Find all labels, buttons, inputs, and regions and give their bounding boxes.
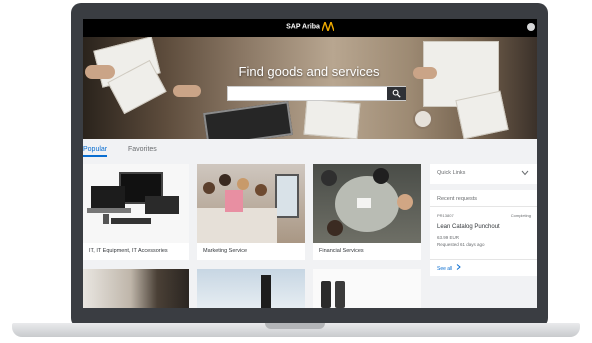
phone-image <box>335 281 345 308</box>
app-screen: SAP Ariba Find goods and services Popula… <box>83 19 537 308</box>
meeting-screen-image <box>275 174 299 218</box>
tile-label: Marketing Service <box>203 248 248 254</box>
catalog-tile[interactable] <box>313 269 421 308</box>
hero-title: Find goods and services <box>238 64 380 79</box>
request-title: Lean Catalog Punchout <box>437 224 500 230</box>
document-image <box>357 198 371 208</box>
tile-label: IT, IT Equipment, IT Accessories <box>89 248 168 254</box>
search-button[interactable] <box>387 87 406 100</box>
person-image <box>219 174 231 186</box>
tile-image <box>83 269 189 308</box>
see-all-label: See all <box>437 266 453 272</box>
catalog-tile[interactable] <box>83 269 189 308</box>
user-avatar[interactable] <box>527 23 535 31</box>
tab-favorites[interactable]: Favorites <box>128 146 157 153</box>
printer-image <box>145 196 179 214</box>
table-image <box>197 208 277 243</box>
hero-hand <box>85 65 115 79</box>
hero-coffee-cup <box>413 109 433 129</box>
hero-banner: Find goods and services <box>83 37 537 139</box>
laptop-notch <box>265 323 325 329</box>
divider <box>430 259 537 260</box>
hero-hand <box>173 85 201 97</box>
tile-label: Financial Services <box>319 248 364 254</box>
request-id: PR13807 <box>437 213 454 218</box>
phone-image <box>103 214 109 224</box>
keyboard-image <box>111 218 151 224</box>
laptop-base-image <box>87 208 131 213</box>
laptop-image <box>91 186 125 208</box>
hero-document <box>303 98 361 139</box>
tile-image <box>197 269 305 308</box>
request-status: Completing <box>510 213 531 218</box>
person-image <box>237 178 249 190</box>
person-image <box>255 184 267 196</box>
person-image <box>321 170 337 186</box>
brand[interactable]: SAP Ariba <box>83 22 537 31</box>
phone-image <box>321 281 331 308</box>
catalog-tile-it-equipment[interactable]: IT, IT Equipment, IT Accessories <box>83 164 189 260</box>
ariba-logo-icon <box>321 22 334 31</box>
catalog-tile-financial-services[interactable]: Financial Services <box>313 164 421 260</box>
request-amount: 63.99 EUR <box>437 235 460 240</box>
quick-links-panel[interactable]: Quick Links <box>430 164 537 184</box>
hero-hand <box>413 67 437 79</box>
tab-popular[interactable]: Popular <box>83 146 108 157</box>
tile-image <box>83 164 189 243</box>
shirt-image <box>225 190 243 212</box>
search-icon <box>392 89 401 98</box>
hero-laptop <box>203 101 293 139</box>
search-input[interactable] <box>227 86 406 101</box>
tile-image <box>197 164 305 243</box>
quick-links-title: Quick Links <box>437 170 466 176</box>
brand-name: SAP Ariba <box>286 23 320 31</box>
tile-image <box>313 164 421 243</box>
recent-requests-title: Recent requests <box>437 196 478 202</box>
chevron-right-icon <box>456 264 461 270</box>
recent-requests-panel: Recent requests PR13807 Completing Lean … <box>430 190 537 276</box>
request-date: Requested 61 days ago <box>437 242 485 247</box>
see-all-link[interactable]: See all <box>437 264 461 272</box>
request-item[interactable]: PR13807 Completing Lean Catalog Punchout… <box>430 207 537 255</box>
person-image <box>373 168 389 184</box>
tab-bar: Popular Favorites <box>83 143 537 161</box>
chevron-down-icon[interactable] <box>521 170 529 176</box>
top-bar: SAP Ariba <box>83 19 537 37</box>
person-image <box>203 182 215 194</box>
catalog-tile[interactable] <box>197 269 305 308</box>
traveler-image <box>261 275 271 308</box>
catalog-tile-marketing-service[interactable]: Marketing Service <box>197 164 305 260</box>
person-image <box>397 194 413 210</box>
person-image <box>327 220 343 236</box>
hero-document <box>455 90 509 139</box>
